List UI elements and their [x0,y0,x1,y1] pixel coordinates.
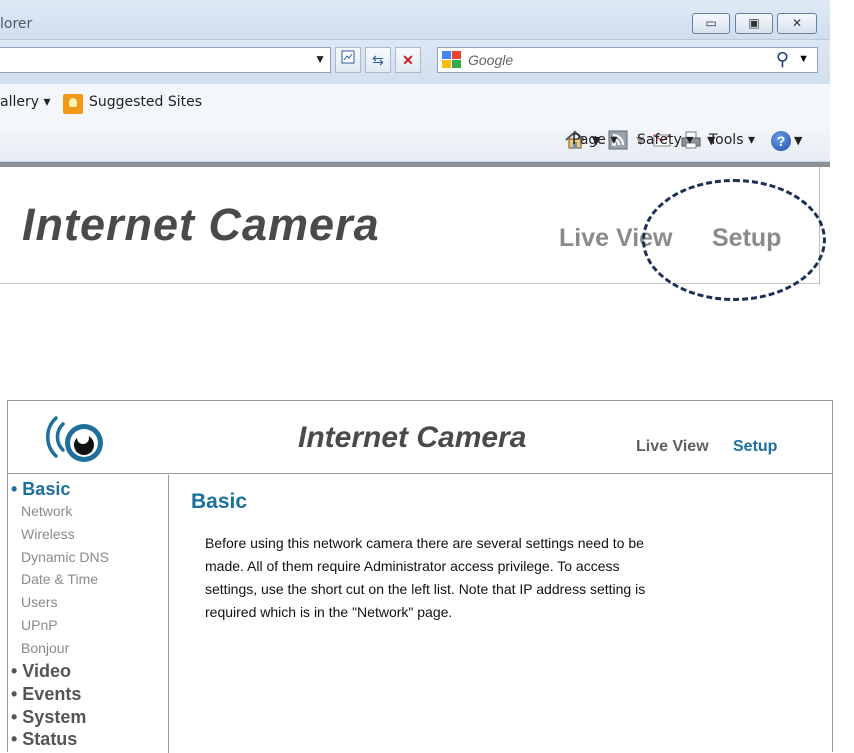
content-heading: Basic [191,490,248,513]
help-dropdown-icon[interactable]: ▼ [794,134,802,147]
maximize-button[interactable]: ▣ [735,13,773,34]
sidebar-item-network[interactable]: Network [21,503,72,519]
search-dropdown-icon[interactable]: ▼ [798,53,809,65]
window-title: lorer [0,16,33,32]
command-bar: ▼ ▼ ▼ Page ▾ Safety ▾ Tools ▾ ? ▼ [0,122,830,162]
camera-setup-page: Internet Camera Live View Setup • Basic … [7,400,833,753]
sidebar-item-video[interactable]: • Video [11,661,71,682]
panel-header: Internet Camera Live View Setup [8,401,832,474]
compatibility-view-icon[interactable] [335,47,361,73]
description-line: settings, use the short cut on the left … [205,581,646,597]
description-line: Before using this network camera there a… [205,535,644,551]
address-input[interactable]: ▼ [0,47,331,73]
sidebar-item-upnp[interactable]: UPnP [21,617,58,633]
suggested-sites-icon [63,94,83,114]
refresh-icon[interactable]: ⇆ [365,47,391,73]
sidebar-item-bonjour[interactable]: Bonjour [21,640,69,656]
page-title: Internet Camera [22,199,380,250]
web-slice-gallery-link[interactable]: allery ▾ [0,94,51,110]
content-description: Before using this network camera there a… [205,532,705,624]
sidebar-item-status[interactable]: • Status [11,729,77,750]
google-logo-icon [442,51,462,69]
search-placeholder: Google [468,52,514,68]
description-line: required which is in the "Network" page. [205,604,453,620]
camera-logo-icon [42,410,104,468]
search-box[interactable]: Google ⚲ ▼ [437,47,818,73]
sidebar-item-basic[interactable]: • Basic [11,479,70,500]
panel-live-view-link[interactable]: Live View [636,438,709,456]
close-button[interactable]: ✕ [777,13,817,34]
page-menu[interactable]: Page ▾ [572,132,617,148]
sidebar-item-wireless[interactable]: Wireless [21,526,75,542]
chevron-down-icon[interactable]: ▼ [314,52,326,66]
sidebar-item-events[interactable]: • Events [11,684,81,705]
panel-title: Internet Camera [298,421,527,454]
suggested-sites-link[interactable]: Suggested Sites [89,94,202,110]
sidebar-item-system[interactable]: • System [11,707,86,728]
minimize-button[interactable]: ▭ [692,13,730,34]
search-icon[interactable]: ⚲ [776,49,789,70]
sidebar-item-date-time[interactable]: Date & Time [21,571,98,587]
sidebar-item-dynamic-dns[interactable]: Dynamic DNS [21,549,109,565]
safety-menu[interactable]: Safety ▾ [637,132,693,148]
favorites-bar: allery ▾ Suggested Sites [0,84,830,122]
address-bar: ▼ ⇆ ✕ Google ⚲ ▼ [0,40,830,84]
help-icon[interactable]: ? [771,131,791,151]
sidebar: • Basic Network Wireless Dynamic DNS Dat… [8,475,169,753]
panel-setup-link[interactable]: Setup [733,438,777,456]
sidebar-item-users[interactable]: Users [21,594,58,610]
description-line: made. All of them require Administrator … [205,558,620,574]
title-bar: lorer ▭ ▣ ✕ [0,0,830,40]
highlight-annotation [642,179,826,301]
tools-menu[interactable]: Tools ▾ [709,132,755,148]
stop-icon[interactable]: ✕ [395,47,421,73]
